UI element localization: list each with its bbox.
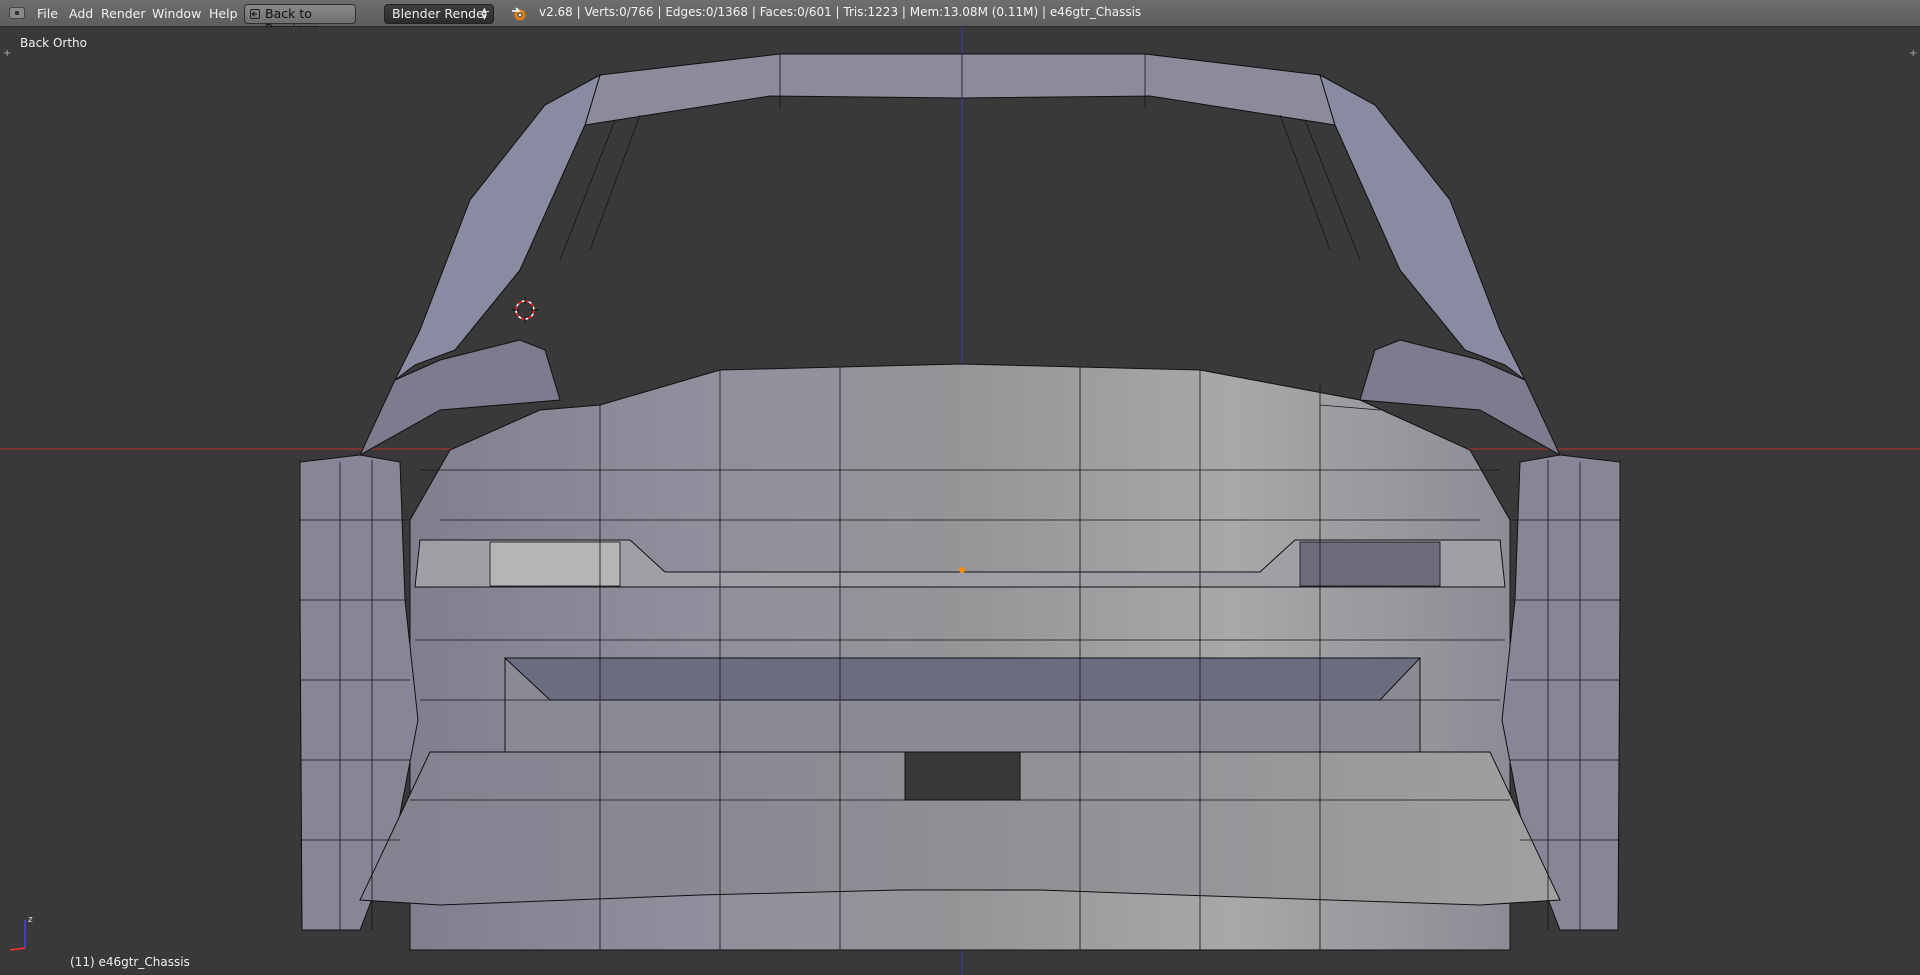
mesh-right-pillar bbox=[1319, 73, 1526, 381]
render-engine-select[interactable]: Blender Render ▲ ▼ bbox=[384, 4, 494, 24]
view-name-label: Back Ortho bbox=[20, 36, 87, 50]
chevron-updown-icon: ▲ ▼ bbox=[481, 6, 487, 21]
mesh-center-gap bbox=[904, 751, 1021, 801]
mesh-scene[interactable]: z bbox=[0, 27, 1920, 975]
mesh-left-pillar bbox=[394, 73, 601, 381]
object-info-label: (11) e46gtr_Chassis bbox=[70, 955, 190, 969]
menu-file[interactable]: File bbox=[34, 5, 61, 23]
selected-vertex bbox=[959, 567, 965, 573]
mesh-left-light bbox=[489, 541, 621, 587]
menu-window[interactable]: Window bbox=[149, 5, 204, 23]
mesh-diffuser-lip bbox=[503, 657, 1422, 701]
axis-gizmo-icon: z bbox=[9, 915, 33, 951]
mesh-right-light bbox=[1299, 541, 1441, 587]
scene-stats: v2.68 | Verts:0/766 | Edges:0/1368 | Fac… bbox=[539, 5, 1142, 19]
back-to-previous-button[interactable]: Back to Previous bbox=[244, 4, 356, 36]
mesh-roof bbox=[584, 53, 1336, 126]
render-engine-label: Blender Render bbox=[392, 6, 489, 21]
menu-render[interactable]: Render bbox=[98, 5, 149, 23]
menu-add[interactable]: Add bbox=[66, 5, 96, 23]
region-toggle-right-icon[interactable]: + bbox=[1909, 49, 1917, 59]
info-header: File Add Render Window Help Back to Prev… bbox=[0, 0, 1920, 36]
svg-text:z: z bbox=[28, 915, 33, 925]
blender-logo-icon bbox=[512, 7, 526, 21]
menu-help[interactable]: Help bbox=[206, 5, 241, 23]
editor-type-icon[interactable] bbox=[9, 7, 25, 19]
3d-cursor-icon[interactable] bbox=[512, 297, 538, 323]
region-toggle-left-icon[interactable]: + bbox=[3, 49, 11, 59]
back-arrow-icon bbox=[250, 9, 260, 19]
